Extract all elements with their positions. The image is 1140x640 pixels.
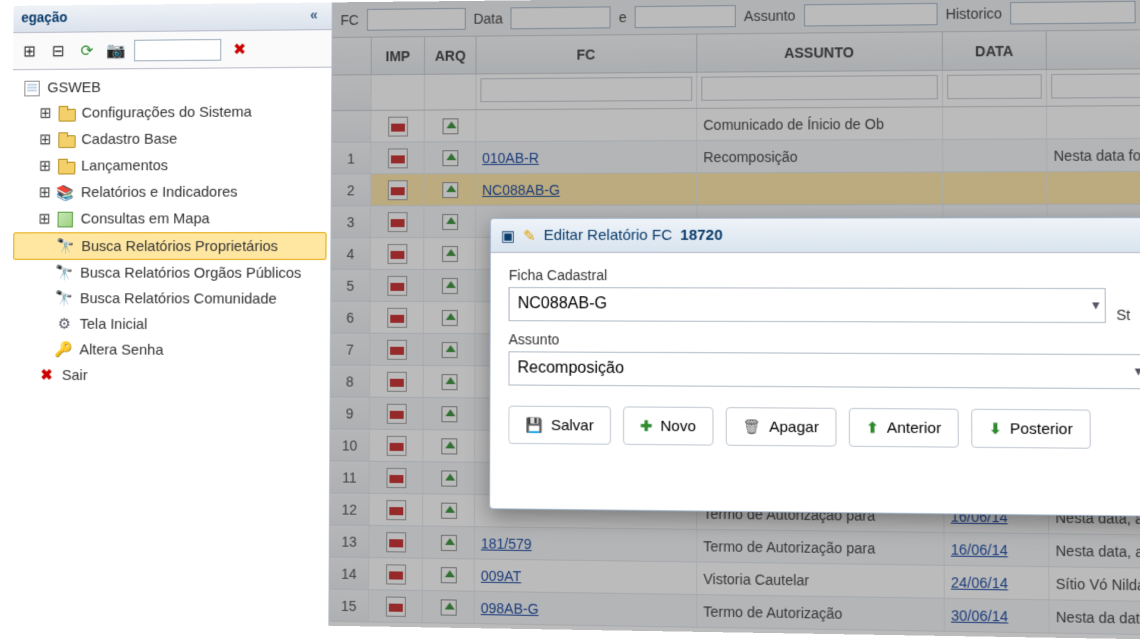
assunto-label: Assunto [509, 331, 1140, 350]
tree-label: Busca Relatórios Comunidade [80, 290, 277, 307]
nav-toolbar: ⊞ ⊟ ⟳ 📷 ✖ [13, 30, 331, 70]
nav-header: egação « [14, 2, 332, 33]
tree-item-sair[interactable]: ✖ Sair [12, 362, 326, 389]
tree-item-busca-orgaos[interactable]: 🔭 Busca Relatórios Orgãos Públicos [13, 260, 327, 286]
page-icon [22, 80, 41, 96]
ficha-input[interactable] [509, 287, 1106, 323]
pencil-icon: ✎ [523, 226, 536, 244]
ficha-label: Ficha Cadastral [509, 267, 1106, 284]
binoculars-icon: 🔭 [55, 289, 74, 307]
window-icon: ▣ [501, 226, 515, 244]
tree-root-label: GSWEB [47, 79, 101, 96]
next-button[interactable]: ⬇ Posterior [971, 409, 1090, 449]
modal-body: Ficha Cadastral ▾ St Assunto ▾ 💾 [490, 253, 1140, 468]
tree-item[interactable]: ⊞ Lançamentos [14, 152, 327, 180]
key-icon: 🔑 [54, 340, 73, 358]
arrow-up-icon: ⬆ [866, 419, 878, 436]
nav-search-input[interactable] [134, 39, 221, 61]
tree-item[interactable]: ⊞ Consultas em Mapa [13, 205, 326, 232]
expander-icon[interactable]: ⊞ [39, 130, 51, 149]
binoculars-icon: 🔭 [56, 237, 75, 255]
save-icon: 💾 [525, 416, 543, 433]
binoculars-icon: 🔭 [55, 264, 74, 282]
tree-label: Sair [62, 367, 88, 384]
previous-button-label: Anterior [887, 419, 942, 437]
save-button-label: Salvar [551, 416, 594, 433]
folder-icon [56, 132, 75, 148]
save-button[interactable]: 💾 Salvar [508, 406, 611, 445]
modal-button-bar: 💾 Salvar ✚ Novo 🗑 Apagar ⬆ Anterior ⬇ Po… [508, 406, 1140, 450]
arrow-down-icon: ⬇ [989, 420, 1001, 438]
plus-icon: ✚ [640, 417, 652, 434]
tree-item-altera-senha[interactable]: 🔑 Altera Senha [12, 336, 326, 363]
next-button-label: Posterior [1010, 420, 1073, 438]
map-icon [56, 211, 75, 227]
tree-root[interactable]: GSWEB [15, 74, 328, 101]
edit-report-modal: ▣ ✎ Editar Relatório FC 18720 Ficha Cada… [489, 217, 1140, 517]
books-icon: 📚 [56, 184, 75, 202]
modal-titlebar[interactable]: ▣ ✎ Editar Relatório FC 18720 [491, 218, 1140, 253]
expander-icon[interactable]: ⊞ [39, 157, 51, 176]
new-button-label: Novo [660, 417, 696, 435]
folder-icon [57, 105, 76, 121]
tree-label: Tela Inicial [80, 315, 148, 332]
tree-label: Relatórios e Indicadores [81, 184, 238, 201]
navigation-panel: egação « ⊞ ⊟ ⟳ 📷 ✖ GSWEB ⊞ Configurações… [8, 2, 333, 625]
tree-item[interactable]: ⊞ 📚 Relatórios e Indicadores [14, 179, 327, 206]
tree-label: Altera Senha [79, 341, 163, 358]
modal-title-id: 18720 [680, 227, 722, 244]
tree-label: Cadastro Base [81, 131, 177, 148]
nav-tree: GSWEB ⊞ Configurações do Sistema ⊞ Cadas… [10, 68, 332, 396]
tree-item[interactable]: ⊞ Configurações do Sistema [14, 98, 327, 126]
modal-title-text: Editar Relatório FC [544, 227, 673, 244]
tree-label: Busca Relatórios Orgãos Públicos [80, 264, 301, 281]
collapse-all-icon[interactable]: ⊟ [48, 40, 69, 62]
tree-label: Busca Relatórios Proprietários [81, 238, 278, 255]
expander-icon[interactable]: ⊞ [39, 104, 51, 123]
tree-item-busca-proprietarios[interactable]: 🔭 Busca Relatórios Proprietários [13, 232, 326, 260]
previous-button[interactable]: ⬆ Anterior [849, 408, 959, 448]
nav-title: egação [21, 9, 67, 25]
assunto-input[interactable] [508, 351, 1140, 389]
gear-icon: ⚙ [55, 315, 74, 333]
expand-all-icon[interactable]: ⊞ [19, 40, 40, 62]
clear-search-icon[interactable]: ✖ [229, 38, 251, 60]
folder-icon [56, 158, 75, 174]
collapse-icon[interactable]: « [310, 6, 326, 22]
tree-item-busca-comunidade[interactable]: 🔭 Busca Relatórios Comunidade [13, 285, 327, 311]
tree-label: Lançamentos [81, 157, 168, 174]
trash-icon: 🗑 [743, 418, 761, 435]
tree-label: Consultas em Mapa [81, 210, 210, 227]
expander-icon[interactable]: ⊞ [38, 210, 50, 229]
camera-icon[interactable]: 📷 [105, 39, 126, 61]
refresh-icon[interactable]: ⟳ [76, 40, 97, 62]
new-button[interactable]: ✚ Novo [623, 406, 713, 445]
status-label: St [1116, 307, 1140, 324]
tree-item[interactable]: ⊞ Cadastro Base [14, 125, 327, 153]
close-icon: ✖ [37, 366, 56, 384]
tree-label: Configurações do Sistema [82, 104, 252, 122]
delete-button-label: Apagar [769, 418, 819, 436]
expander-icon[interactable]: ⊞ [39, 183, 51, 202]
delete-button[interactable]: 🗑 Apagar [725, 407, 836, 447]
tree-item-tela-inicial[interactable]: ⚙ Tela Inicial [12, 311, 326, 338]
